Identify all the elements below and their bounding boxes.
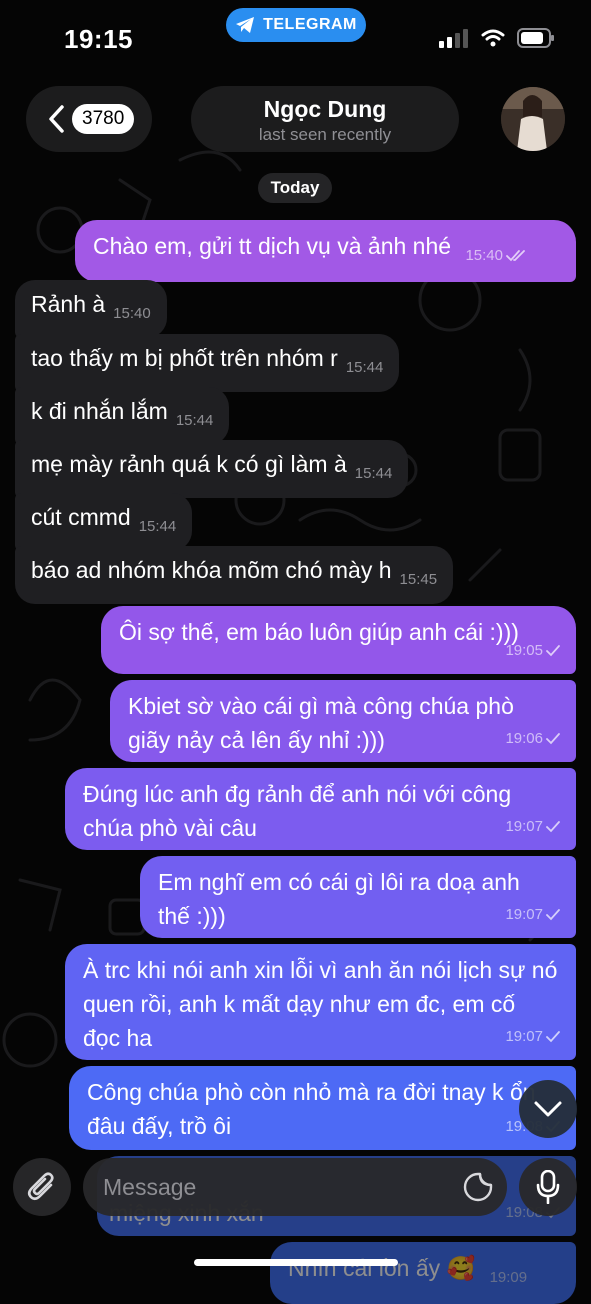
message-outgoing[interactable]: Chào em, gửi tt dịch vụ và ảnh nhé 15:40 (75, 220, 576, 282)
unread-count-badge: 3780 (72, 104, 135, 134)
message-text: Rảnh à (31, 291, 106, 317)
message-time: 15:40 (113, 305, 151, 322)
message-meta: 19:07 (505, 1020, 560, 1054)
telegram-app-pill[interactable]: TELEGRAM (226, 8, 366, 42)
message-outgoing[interactable]: Kbiet sờ vào cái gì mà công chúa phò giã… (110, 680, 576, 762)
message-input-field[interactable] (83, 1158, 507, 1216)
avatar[interactable] (501, 87, 565, 151)
message-outgoing[interactable]: Ôi sợ thế, em báo luôn giúp anh cái :)))… (101, 606, 576, 674)
message-text: Chào em, gửi tt dịch vụ và ảnh nhé (93, 233, 452, 259)
check-icon (546, 733, 560, 745)
message-time: 19:09 (489, 1269, 528, 1286)
message-text: Đúng lúc anh đg rảnh để anh nói với công… (83, 781, 512, 841)
message-meta: 19:09 (490, 1261, 528, 1295)
message-text: À trc khi nói anh xin lỗi vì anh ăn nói … (83, 957, 558, 1051)
message-time: 19:05 (505, 642, 543, 659)
message-outgoing[interactable]: À trc khi nói anh xin lỗi vì anh ăn nói … (65, 944, 576, 1060)
chevron-down-icon (534, 1101, 562, 1117)
message-incoming[interactable]: Rảnh à 15:40 (15, 280, 167, 338)
microphone-icon (536, 1170, 560, 1204)
microphone-button[interactable] (519, 1158, 577, 1216)
status-time: 19:15 (64, 24, 133, 54)
message-text: Kbiet sờ vào cái gì mà công chúa phò giã… (128, 693, 514, 753)
message-incoming[interactable]: tao thấy m bị phốt trên nhóm r 15:44 (15, 334, 400, 392)
message-meta: 19:07 (505, 898, 560, 932)
battery-icon (517, 28, 554, 48)
message-time: 15:40 (465, 247, 503, 264)
message-incoming[interactable]: k đi nhắn lắm 15:44 (15, 387, 230, 445)
sticker-icon[interactable] (463, 1172, 493, 1207)
app-pill-label: TELEGRAM (263, 16, 357, 33)
double-check-icon (506, 250, 525, 262)
chevron-left-icon (49, 105, 64, 133)
chat-title[interactable]: Ngọc Dung last seen recently (191, 86, 459, 152)
chat-last-seen: last seen recently (258, 125, 392, 144)
message-incoming[interactable]: báo ad nhóm khóa mõm chó mày h 15:45 (15, 546, 454, 604)
message-text: Công chúa phò còn nhỏ mà ra đời tnay k ổ… (87, 1079, 536, 1139)
message-outgoing[interactable]: Em nghĩ em có cái gì lôi ra doạ anh thế … (140, 856, 576, 938)
message-outgoing[interactable]: Nhìn cái lồn ấy 🥰 19:09 (270, 1242, 576, 1304)
message-text: tao thấy m bị phốt trên nhóm r (31, 345, 338, 371)
cellular-signal-icon (439, 29, 468, 48)
message-time: 15:45 (399, 571, 438, 588)
back-button[interactable]: 3780 (26, 86, 152, 152)
message-time: 15:44 (345, 359, 384, 376)
message-text: Em nghĩ em có cái gì lôi ra doạ anh thế … (158, 869, 520, 929)
check-icon (546, 821, 560, 833)
home-indicator (194, 1259, 398, 1266)
message-incoming[interactable]: mẹ mày rảnh quá k có gì làm à 15:44 (15, 440, 409, 498)
paperclip-icon (27, 1172, 54, 1201)
message-outgoing[interactable]: Công chúa phò còn nhỏ mà ra đời tnay k ổ… (69, 1066, 576, 1150)
message-text: mẹ mày rảnh quá k có gì làm à (31, 451, 347, 477)
message-meta: 19:07 (505, 810, 560, 844)
scroll-to-bottom-button[interactable] (519, 1080, 577, 1138)
message-time: 15:44 (138, 518, 177, 535)
check-icon (546, 1031, 560, 1043)
message-time: 19:07 (505, 906, 543, 923)
message-time: 19:07 (505, 1028, 543, 1045)
wifi-icon (481, 29, 505, 47)
message-incoming[interactable]: cút cmmd 15:44 (15, 493, 193, 551)
avatar-photo (501, 87, 565, 151)
message-meta: 19:05 (505, 634, 560, 668)
attach-button[interactable] (13, 1158, 71, 1216)
message-text: k đi nhắn lắm (31, 398, 168, 424)
message-outgoing[interactable]: Đúng lúc anh đg rảnh để anh nói với công… (65, 768, 576, 850)
status-icons (439, 28, 555, 48)
paper-plane-icon (236, 17, 255, 33)
check-icon (546, 645, 560, 657)
message-meta: 19:06 (505, 722, 560, 756)
message-time: 19:07 (505, 818, 543, 835)
message-text: Ôi sợ thế, em báo luôn giúp anh cái :))) (119, 619, 519, 645)
message-text: báo ad nhóm khóa mõm chó mày h (31, 557, 392, 583)
message-text: cút cmmd (31, 504, 131, 530)
message-time: 15:44 (175, 412, 214, 429)
message-time: 15:44 (354, 465, 393, 482)
date-separator: Today (258, 173, 332, 203)
chat-name: Ngọc Dung (263, 96, 387, 122)
message-input[interactable] (101, 1158, 455, 1216)
check-icon (546, 909, 560, 921)
message-time: 19:06 (505, 730, 543, 747)
message-meta: 15:40 (465, 239, 528, 273)
